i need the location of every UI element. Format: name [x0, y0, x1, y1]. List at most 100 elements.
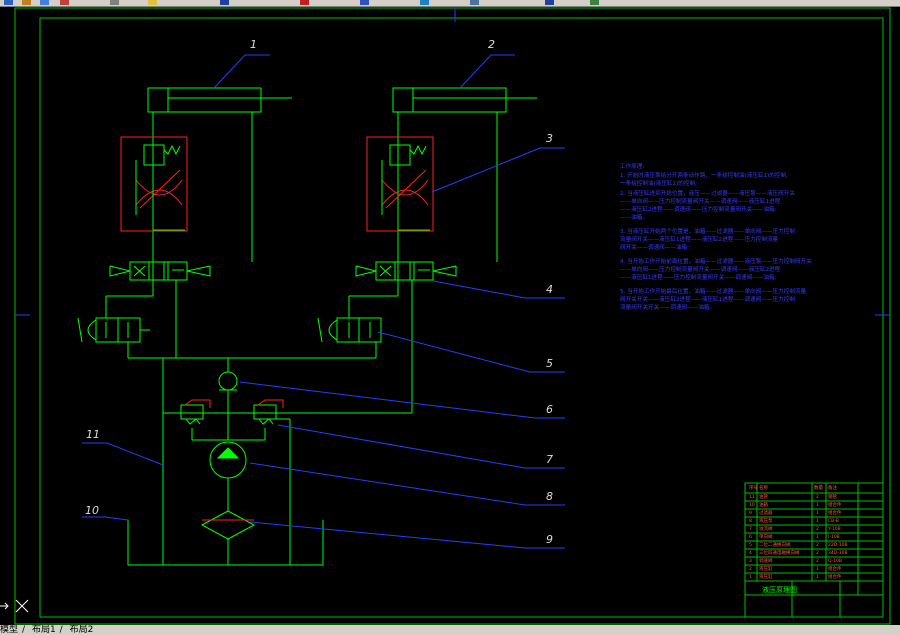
note-line: 3. 当液压缸开始两个位置是，油箱——过滤器——单向阀——压力控制 — [620, 227, 795, 235]
hydraulic-schematic: 1 2 3 4 5 6 7 8 9 10 11 工作原理: 1. 开始时液压泵给… — [0, 7, 891, 625]
title-block-cell: 溢流阀 — [759, 525, 773, 532]
title-block-cell: 2 — [816, 494, 819, 500]
title-block-cell: 组合件 — [828, 565, 842, 572]
toolbar-button[interactable] — [420, 0, 429, 5]
title-block-cell: 1 — [816, 534, 819, 540]
callout-3: 3 — [546, 132, 553, 145]
drawing-canvas[interactable]: 1 2 3 4 5 6 7 8 9 10 11 工作原理: 1. 开始时液压泵给… — [0, 6, 900, 625]
toolbar-button[interactable] — [590, 0, 599, 5]
title-block-cell: Q-10B — [828, 558, 842, 564]
check-valve — [218, 371, 238, 391]
toolbar-button[interactable] — [545, 0, 554, 5]
note-line: 5. 当开始工作开始最后位置，油箱——过滤器——单向阀——压力控制流量 — [620, 287, 807, 295]
callout-8: 8 — [546, 490, 553, 503]
note-line: ——液压缸2进程——调速阀——压力控制流量阀开关——油箱; — [620, 205, 777, 213]
relief-valve-left — [180, 404, 204, 420]
cylinder-2 — [392, 87, 537, 113]
title-block-cell: 7 — [749, 526, 752, 532]
title-block-cell: 二位二通换向阀 — [759, 541, 791, 548]
note-line: 流量阀开关——液压缸1进程——液压缸2进程——压力控制流量 — [620, 235, 779, 243]
title-block-cell: 过滤器 — [759, 509, 773, 516]
title-block-cell: 1 — [816, 566, 819, 572]
note-line: 4. 当开始工作开始前面位置，油箱——过滤器——液压泵——压力控制阀开关 — [620, 257, 812, 265]
layout-tabs: 模型 / 布局1/ 布局2 — [0, 625, 900, 635]
title-block-cell: 10 — [749, 502, 755, 508]
note-line: ——单向阀——压力控制流量阀开关——调速阀——液压缸2进程 — [620, 265, 781, 273]
flow-control-details — [135, 144, 427, 230]
callout-5: 5 — [546, 357, 553, 370]
toolbar-button[interactable] — [60, 0, 69, 5]
directional-valve-left — [109, 261, 211, 281]
drawing-name: 液压原理图 — [762, 585, 797, 594]
tab-model[interactable]: 模型 — [0, 625, 22, 635]
flow-control-valves — [120, 136, 434, 521]
title-block-cell: CB-B — [828, 518, 839, 524]
toolbar-button[interactable] — [110, 0, 119, 5]
title-block-cell: 9 — [749, 510, 752, 516]
note-line: ——油箱。 — [620, 213, 648, 221]
callout-4: 4 — [546, 283, 553, 296]
title-block-cell: 4 — [749, 550, 752, 556]
tab-layout2[interactable]: 布局2 — [70, 625, 98, 635]
toolbar-button[interactable] — [4, 0, 13, 5]
title-block-cell: 3 — [749, 558, 752, 564]
notes-title: 工作原理: — [620, 162, 644, 170]
title-block-cell: 组合件 — [828, 509, 842, 516]
filter — [200, 510, 256, 540]
title-block-cell: 1 — [816, 502, 819, 508]
title-block-cell: 钢管 — [828, 493, 837, 500]
toolbar-button[interactable] — [300, 0, 309, 5]
callout-1: 1 — [250, 38, 257, 51]
title-block-cell: 调速阀 — [759, 557, 773, 564]
toolbar-button[interactable] — [220, 0, 229, 5]
title-block-cell: 2 — [816, 550, 819, 556]
title-block-cell: I-10B — [828, 534, 840, 540]
title-block-cell: 1 — [816, 510, 819, 516]
note-line: 阀开关——调速阀——油箱; — [620, 243, 689, 251]
circuit — [77, 87, 537, 566]
title-block-cell: 2 — [816, 526, 819, 532]
note-line: 阀开关开关——液压缸2进程——液压缸1进程——调速阀——压力控制 — [620, 295, 795, 303]
cylinder-1 — [147, 87, 292, 113]
tank — [127, 520, 324, 566]
title-block-text: 名称 数量 备注 序号 — [749, 484, 837, 491]
title-block-cell: 6 — [749, 534, 752, 540]
toolbar-button[interactable] — [470, 0, 479, 5]
tb-header-name: 名称 — [759, 484, 768, 491]
title-block-cell: 组合件 — [828, 573, 842, 580]
ucs-icon — [0, 599, 29, 613]
title-block-cell: 单向阀 — [759, 533, 773, 540]
toolbar-button[interactable] — [360, 0, 369, 5]
callout-6: 6 — [546, 403, 553, 416]
note-line: 一条给控制油(液压缸2)的控制; — [620, 179, 697, 187]
title-block-cell: 液压泵 — [759, 517, 773, 524]
title-block-cell: 5 — [749, 542, 752, 548]
title-block-cell: Y-10B — [827, 526, 841, 532]
callout-9: 9 — [546, 533, 553, 546]
leader-lines — [82, 54, 565, 549]
title-block: 名称 数量 备注 序号 11 油管 2 钢管10 油箱 1 组合件9 过滤器 1 组合件8 液压泵 1… — [744, 482, 884, 618]
tab-layout1[interactable]: 布局1 — [32, 625, 60, 635]
toolbar-button[interactable] — [148, 0, 157, 5]
relief-valve-right — [253, 404, 277, 420]
title-block-cell: 8 — [749, 518, 752, 524]
note-line: ——单向阀——压力控制流量阀开关——调速阀——液压缸1进程 — [620, 197, 781, 205]
title-block-cell: 1 — [816, 518, 819, 524]
title-block-cell: 1 — [816, 574, 819, 580]
title-block-cell: 液压缸 — [759, 573, 773, 580]
tb-header-no: 序号 — [749, 484, 758, 491]
callout-numbers: 1 2 3 4 5 6 7 8 9 10 11 — [85, 38, 553, 546]
tb-header-note: 备注 — [828, 484, 837, 491]
title-block-rows: 11 油管 2 钢管10 油箱 1 组合件9 过滤器 1 组合件8 液压泵 1 CB-B7 溢流阀 2 Y-1… — [749, 493, 848, 580]
two-position-valve-right — [317, 317, 382, 343]
title-block-cell: 组合件 — [828, 501, 842, 508]
note-line: 2. 当液压缸进到开始位置，液压——过滤器——液压泵——液压阀开关 — [620, 189, 795, 197]
toolbar-button[interactable] — [22, 0, 31, 5]
toolbar-button[interactable] — [40, 0, 49, 5]
title-block-cell: 2 — [816, 542, 819, 548]
note-line: ——液压缸1进程——压力控制流量阀开关——调速阀——油箱; — [620, 273, 777, 281]
callout-10: 10 — [85, 504, 99, 517]
title-block-cell: 22D-10B — [828, 542, 848, 548]
title-block-cell: 2 — [749, 566, 752, 572]
tb-header-qty: 数量 — [814, 484, 823, 491]
